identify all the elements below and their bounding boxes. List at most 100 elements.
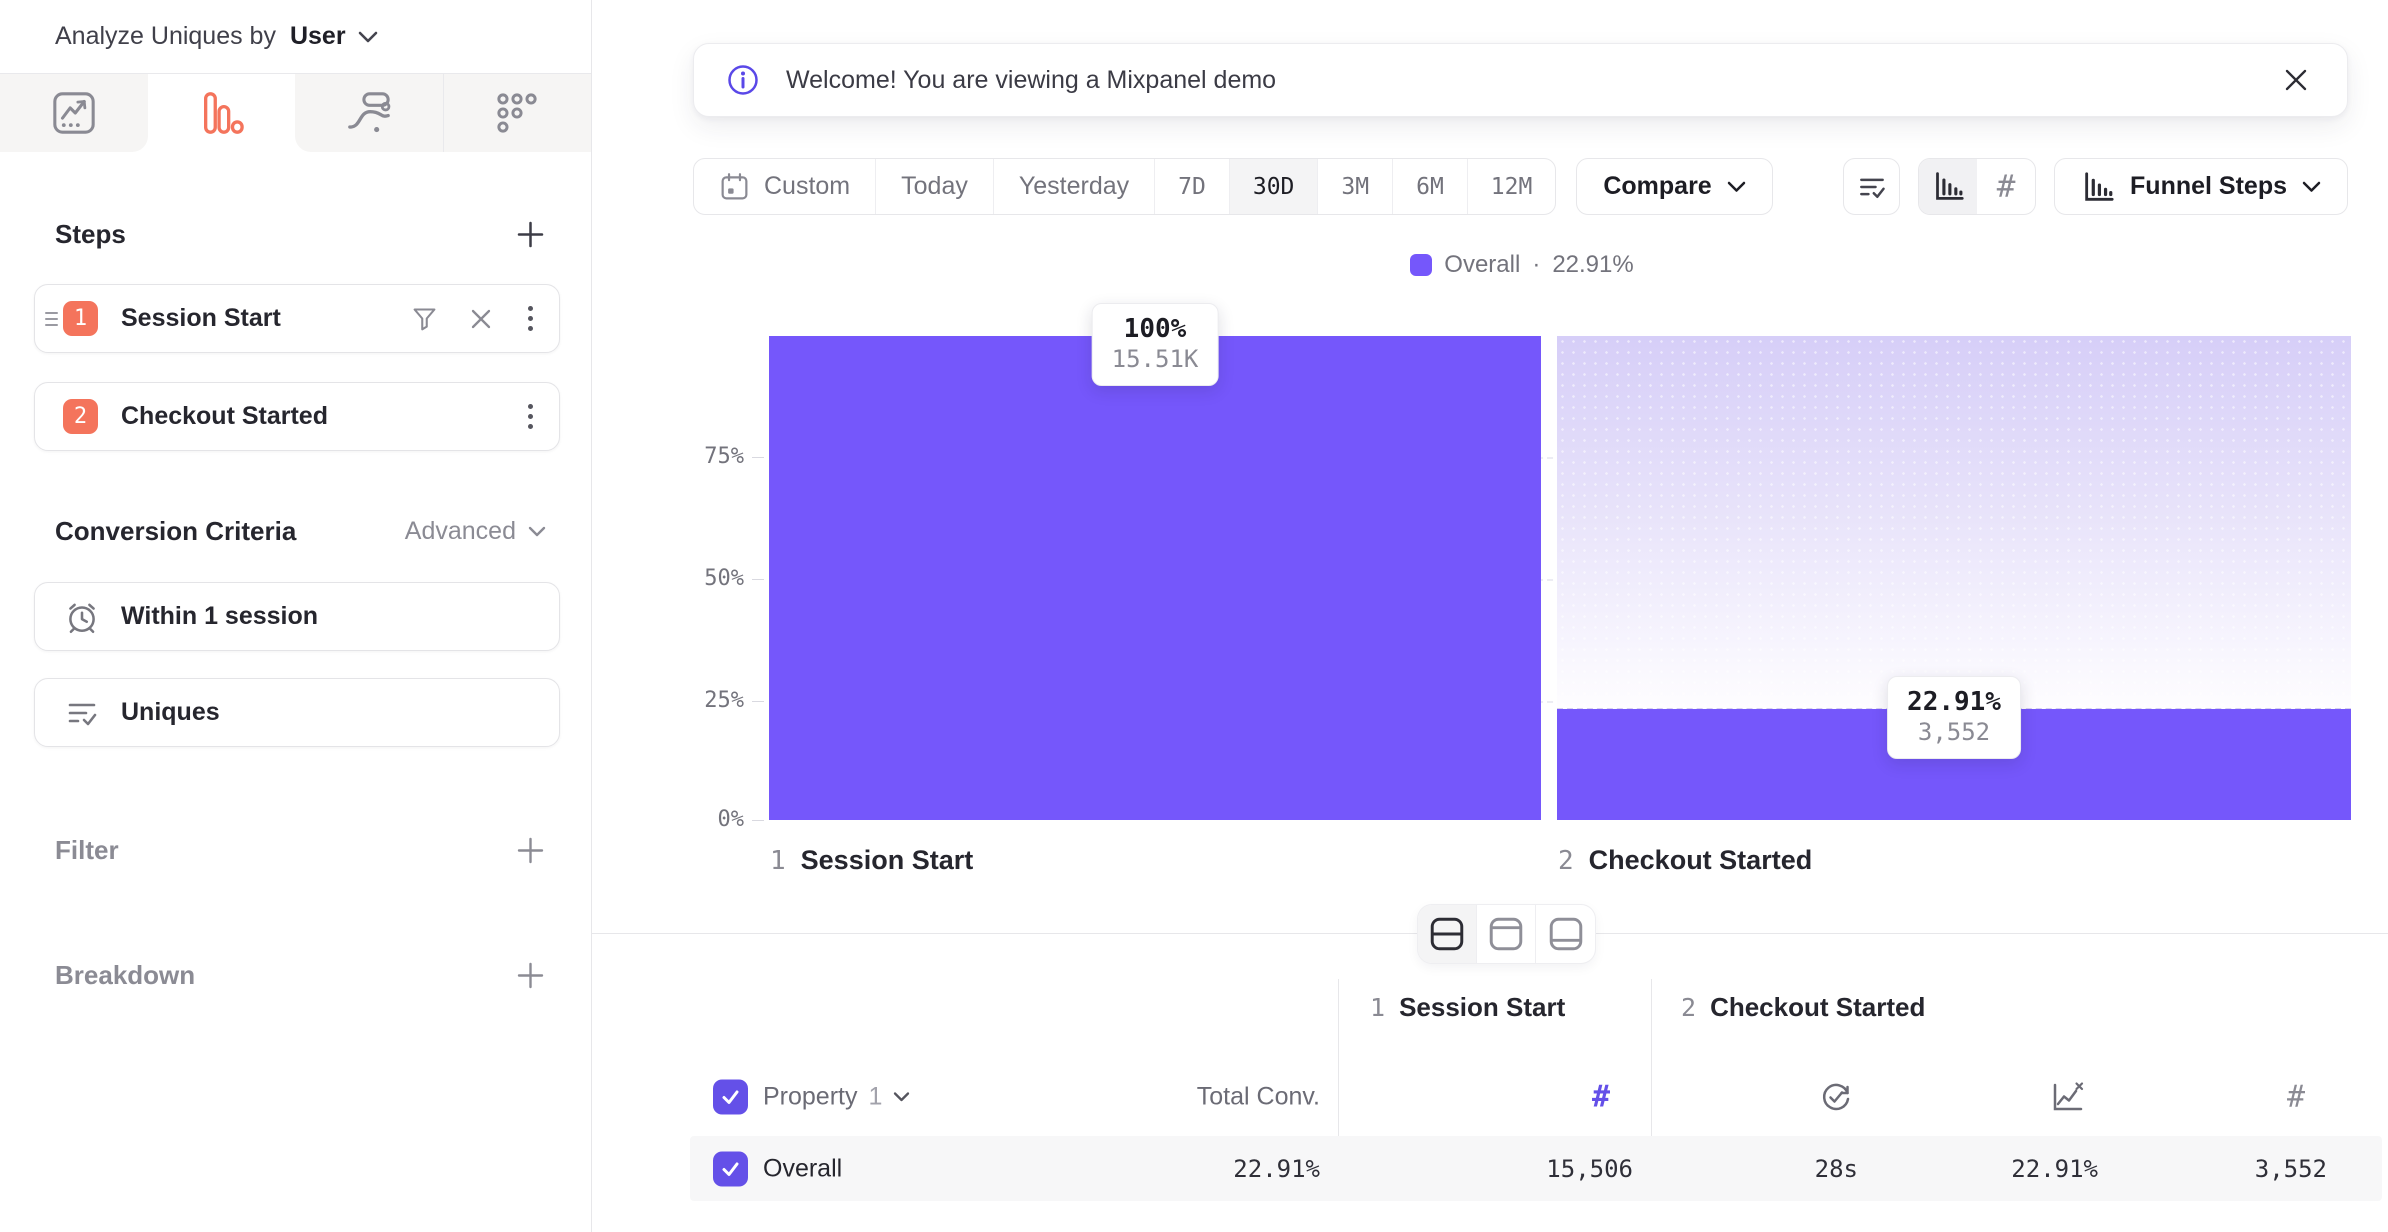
table-row-overall[interactable]: Overall 22.91% 15,506 28s 22.91% 3,552 xyxy=(690,1136,2382,1201)
property-index: 1 xyxy=(868,1083,882,1112)
count-column-icon[interactable]: # xyxy=(2276,1080,2316,1115)
date-range-12m[interactable]: 12M xyxy=(1468,159,1556,214)
add-step-button[interactable] xyxy=(515,219,546,250)
date-range-label: 6M xyxy=(1416,174,1444,200)
step-number-badge: 2 xyxy=(63,399,98,434)
step-name: Session Start xyxy=(801,845,974,876)
date-range-label: Yesterday xyxy=(1019,172,1129,201)
add-filter-button[interactable] xyxy=(515,835,546,866)
step2-count-value: 3,552 xyxy=(2127,1155,2327,1183)
time-to-convert-icon[interactable] xyxy=(1818,1079,1854,1115)
row-checkbox[interactable] xyxy=(713,1151,748,1186)
advanced-label: Advanced xyxy=(405,517,516,546)
date-range-30d[interactable]: 30D xyxy=(1230,159,1319,214)
tab-flows[interactable] xyxy=(295,74,443,152)
tab-funnels[interactable] xyxy=(148,74,296,152)
step-menu-button[interactable] xyxy=(524,302,537,335)
step-row-2[interactable]: 2 Checkout Started xyxy=(34,382,560,451)
banner-close-button[interactable] xyxy=(2277,61,2315,99)
bar-value-label-step-2: 22.91% 3,552 xyxy=(1887,676,2021,759)
value-display-toggle: # xyxy=(1918,158,2036,215)
split-horizontal-icon xyxy=(1428,915,1466,953)
table-only-toggle[interactable] xyxy=(1536,905,1595,963)
table-group-header-step-1: 1 Session Start xyxy=(1370,992,1565,1023)
conversion-trend-icon[interactable] xyxy=(2050,1079,2086,1115)
hash-icon: # xyxy=(1997,169,2016,205)
advanced-dropdown[interactable]: Advanced xyxy=(405,517,546,546)
legend-separator: · xyxy=(1532,251,1540,279)
conversion-criteria-title: Conversion Criteria xyxy=(55,514,296,548)
row-label: Overall xyxy=(763,1154,842,1183)
tab-retention[interactable] xyxy=(443,74,592,152)
funnel-chart-icon xyxy=(2081,170,2115,204)
chevron-down-icon xyxy=(528,526,546,537)
total-conversion-value: 22.91% xyxy=(1120,1155,1320,1183)
counting-method-label: Uniques xyxy=(121,698,220,727)
number-view-toggle[interactable]: # xyxy=(1977,159,2035,214)
table-header-row: Property 1 Total Conv. # xyxy=(592,1063,2388,1131)
legend-swatch xyxy=(1410,254,1432,276)
chart-legend[interactable]: Overall · 22.91% xyxy=(693,251,2351,279)
counting-toggle-button[interactable] xyxy=(1843,158,1900,215)
bar-percent: 22.91% xyxy=(1907,686,2001,718)
step-filter-button[interactable] xyxy=(411,305,438,332)
counting-method-row[interactable]: Uniques xyxy=(34,678,560,747)
date-range-3m[interactable]: 3M xyxy=(1318,159,1393,214)
drag-handle-icon[interactable] xyxy=(44,310,60,328)
select-all-checkbox[interactable] xyxy=(713,1080,748,1115)
step-number: 2 xyxy=(1681,993,1696,1022)
close-icon xyxy=(2283,67,2309,93)
legend-series-value: 22.91% xyxy=(1552,251,1633,279)
line-chart-icon xyxy=(51,90,97,136)
property-label: Property xyxy=(763,1083,857,1112)
compare-label: Compare xyxy=(1603,172,1711,201)
step2-time-value: 28s xyxy=(1658,1155,1858,1183)
steps-section-header: Steps xyxy=(34,217,560,251)
chart-only-toggle[interactable] xyxy=(1477,905,1536,963)
flow-icon xyxy=(346,90,392,136)
x-axis-label-step-1: 1 Session Start xyxy=(770,845,973,876)
step-number-badge: 1 xyxy=(63,301,98,336)
y-axis-tick-mark xyxy=(752,701,764,702)
measurement-dropdown[interactable]: Funnel Steps xyxy=(2054,158,2348,215)
analyze-by-row: Analyze Uniques by User xyxy=(0,0,591,73)
y-axis-tick-mark xyxy=(752,457,764,458)
sidebar-body: Steps 1 Session Start xyxy=(0,217,591,992)
funnel-dropoff-area[interactable] xyxy=(1557,336,2351,709)
analyze-by-selector[interactable]: User xyxy=(290,22,378,51)
y-axis-tick-mark xyxy=(752,820,764,821)
funnel-chart-view-toggle[interactable] xyxy=(1919,159,1977,214)
step-row-1[interactable]: 1 Session Start xyxy=(34,284,560,353)
view-tab-bar xyxy=(0,73,591,152)
date-range-7d[interactable]: 7D xyxy=(1155,159,1230,214)
step-actions xyxy=(411,302,537,335)
add-breakdown-button[interactable] xyxy=(515,960,546,991)
list-check-icon xyxy=(1856,171,1888,203)
property-selector[interactable]: Property 1 xyxy=(763,1083,910,1112)
step-actions xyxy=(524,400,537,433)
bar-count: 15.51K xyxy=(1112,345,1199,374)
bar-chart-icon xyxy=(198,90,244,136)
conversion-criteria-header: Conversion Criteria Advanced xyxy=(34,514,560,548)
date-range-today[interactable]: Today xyxy=(876,159,994,214)
close-icon xyxy=(469,307,493,331)
steps-title: Steps xyxy=(55,217,126,251)
date-range-6m[interactable]: 6M xyxy=(1393,159,1468,214)
count-column-icon[interactable]: # xyxy=(1581,1080,1621,1115)
split-view-toggle[interactable] xyxy=(1418,905,1477,963)
check-icon xyxy=(720,1158,741,1179)
breakdown-section-header: Breakdown xyxy=(34,958,560,992)
step-name: Session Start xyxy=(1399,992,1565,1023)
bar-value-label-step-1: 100% 15.51K xyxy=(1092,303,1219,386)
date-range-custom[interactable]: Custom xyxy=(694,159,876,214)
funnel-bar-step-1[interactable] xyxy=(769,336,1541,820)
step-menu-button[interactable] xyxy=(524,400,537,433)
tab-insights[interactable] xyxy=(0,74,148,152)
alarm-clock-icon xyxy=(63,598,101,636)
date-range-yesterday[interactable]: Yesterday xyxy=(994,159,1155,214)
step-remove-button[interactable] xyxy=(469,307,493,331)
conversion-window-row[interactable]: Within 1 session xyxy=(34,582,560,651)
compare-button[interactable]: Compare xyxy=(1576,158,1772,215)
date-range-label: Today xyxy=(901,172,968,201)
analyze-by-value: User xyxy=(290,22,346,51)
